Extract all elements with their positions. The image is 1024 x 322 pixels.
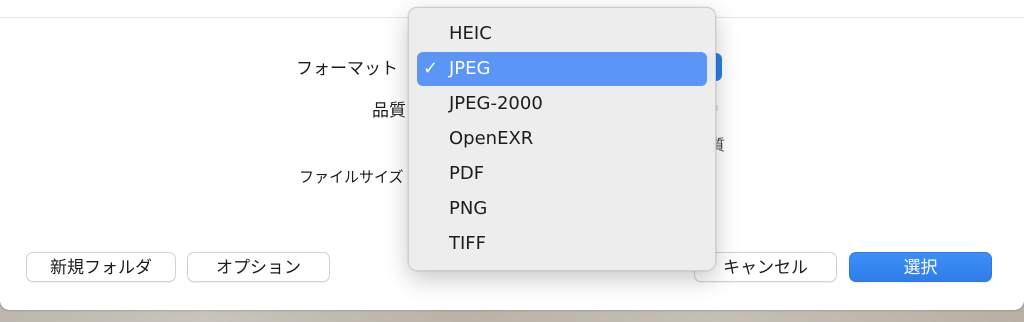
menu-item-label: HEIC [449, 23, 492, 44]
menu-item-label: OpenEXR [449, 128, 534, 149]
menu-item-jpeg[interactable]: ✓ JPEG [417, 52, 707, 86]
menu-item-label: PDF [449, 163, 485, 184]
options-button[interactable]: オプション [187, 252, 330, 282]
menu-item-label: PNG [449, 198, 488, 219]
choose-button[interactable]: 選択 [849, 252, 992, 282]
menu-item-heic[interactable]: HEIC [417, 17, 707, 51]
menu-item-pdf[interactable]: PDF [417, 157, 707, 191]
format-label: フォーマット [296, 59, 398, 79]
checkmark-icon: ✓ [423, 58, 439, 79]
menu-item-jpeg-2000[interactable]: JPEG-2000 [417, 87, 707, 121]
menu-item-label: TIFF [449, 233, 487, 254]
quality-label: 品質 [372, 101, 406, 121]
menu-item-label: JPEG [449, 58, 491, 79]
menu-item-openexr[interactable]: OpenEXR [417, 122, 707, 156]
menu-item-tiff[interactable]: TIFF [417, 227, 707, 261]
filesize-label: ファイルサイズ [299, 168, 404, 186]
format-menu: HEIC ✓ JPEG JPEG-2000 OpenEXR PDF PNG TI… [408, 7, 716, 271]
new-folder-button[interactable]: 新規フォルダ [26, 252, 176, 282]
menu-item-label: JPEG-2000 [449, 93, 543, 114]
menu-item-png[interactable]: PNG [417, 192, 707, 226]
